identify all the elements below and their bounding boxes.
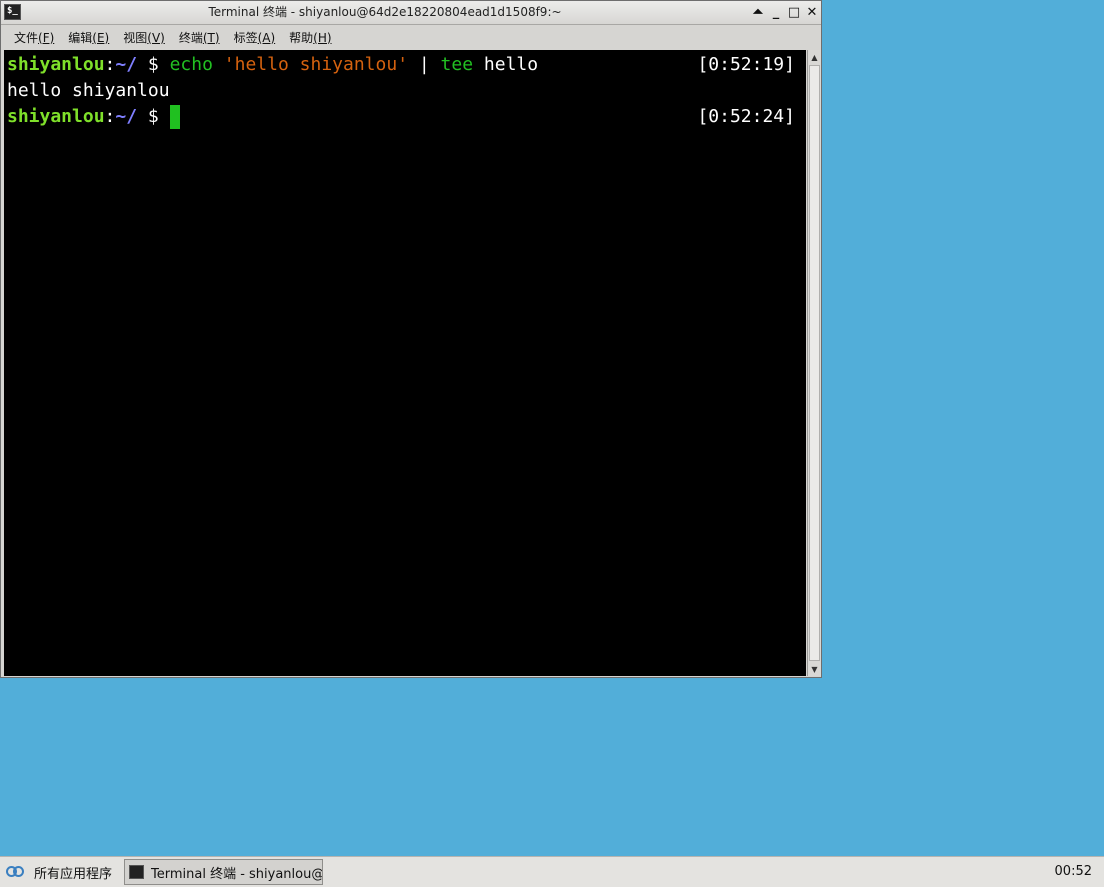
text-cursor [169,105,180,129]
terminal-output[interactable]: shiyanlou:~/ $ echo 'hello shiyanlou' | … [4,50,806,676]
maximize-button[interactable]: □ [785,2,803,22]
taskbar-terminal-button[interactable]: Terminal 终端 - shiyanlou@⋯ [124,859,323,885]
timestamp: [0:52:24] [697,106,795,127]
menu-view[interactable]: 视图(V) [116,29,172,46]
terminal-window: $_ Terminal 终端 - shiyanlou@64d2e18220804… [0,0,822,678]
apps-menu-icon [6,864,26,880]
window-titlebar[interactable]: $_ Terminal 终端 - shiyanlou@64d2e18220804… [1,1,821,25]
terminal-app-icon[interactable]: $_ [4,4,21,20]
prompt-line: shiyanlou:~/ $ echo 'hello shiyanlou' | … [7,54,539,75]
menu-edit[interactable]: 编辑(E) [61,29,116,46]
menu-tabs[interactable]: 标签(A) [227,29,283,46]
taskbar: 所有应用程序 Terminal 终端 - shiyanlou@⋯ 00:52 [0,856,1104,887]
output-line: hello shiyanlou [7,80,170,101]
vertical-scrollbar[interactable]: ▲ ▼ [807,50,821,676]
scroll-down-icon[interactable]: ▼ [808,662,821,676]
timestamp: [0:52:19] [697,54,795,75]
terminal-icon [129,865,144,879]
menubar: 文件(F) 编辑(E) 视图(V) 终端(T) 标签(A) 帮助(H) [1,25,821,49]
prompt-line: shiyanlou:~/ $ [7,104,180,130]
menu-file[interactable]: 文件(F) [7,29,61,46]
minimize-button[interactable]: _ [767,2,785,22]
apps-menu-button[interactable]: 所有应用程序 [6,857,112,887]
window-title: Terminal 终端 - shiyanlou@64d2e18220804ead… [208,5,562,19]
menu-help[interactable]: 帮助(H) [282,29,338,46]
apps-menu-label: 所有应用程序 [34,866,113,882]
close-button[interactable]: ✕ [803,2,821,22]
taskbar-terminal-label: Terminal 终端 - shiyanlou@⋯ [151,866,323,882]
clock[interactable]: 00:52 [1055,857,1092,887]
scroll-thumb[interactable] [809,65,820,661]
scroll-up-icon[interactable]: ▲ [808,50,821,64]
menu-terminal[interactable]: 终端(T) [172,29,227,46]
shade-button[interactable]: ⏶ [749,2,767,22]
